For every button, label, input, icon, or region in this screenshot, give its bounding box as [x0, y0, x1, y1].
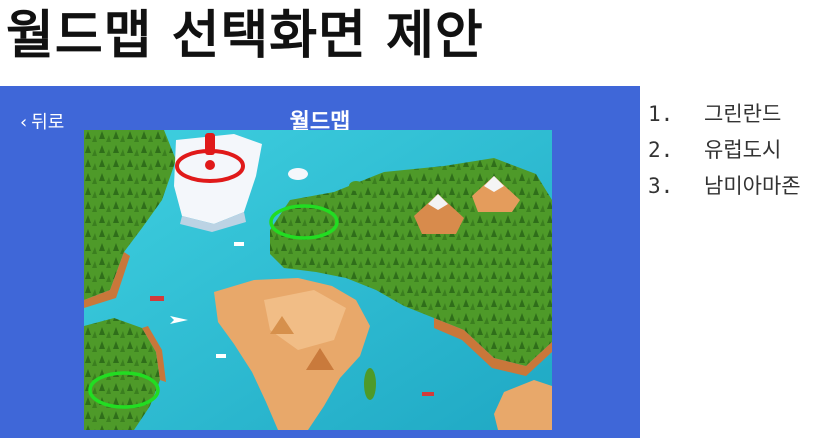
option-number: 3.: [648, 174, 674, 198]
options-list: 1. 그린란드 2. 유럽도시 3. 남미아마존: [648, 96, 801, 204]
option-europe-city: 2. 유럽도시: [648, 132, 801, 168]
option-label: 유럽도시: [704, 138, 782, 162]
slide-title: 월드맵 선택화면 제안: [6, 6, 484, 66]
boat-1: [150, 296, 164, 301]
world-map-screen: ‹ 뒤로 월드맵: [0, 86, 640, 438]
island-3: [364, 368, 376, 400]
exclamation-dot: [205, 160, 215, 170]
island-2: [349, 181, 363, 191]
option-amazon: 3. 남미아마존: [648, 168, 801, 204]
option-label: 남미아마존: [704, 174, 801, 198]
boat-4: [422, 392, 434, 396]
option-number: 2.: [648, 138, 674, 162]
island-1: [288, 168, 308, 180]
option-greenland: 1. 그린란드: [648, 96, 801, 132]
boat-2: [216, 354, 226, 358]
exclamation-icon: [205, 133, 215, 155]
option-number: 1.: [648, 102, 674, 126]
option-label: 그린란드: [704, 102, 782, 126]
boat-3: [234, 242, 244, 246]
world-map-image[interactable]: [84, 130, 552, 430]
